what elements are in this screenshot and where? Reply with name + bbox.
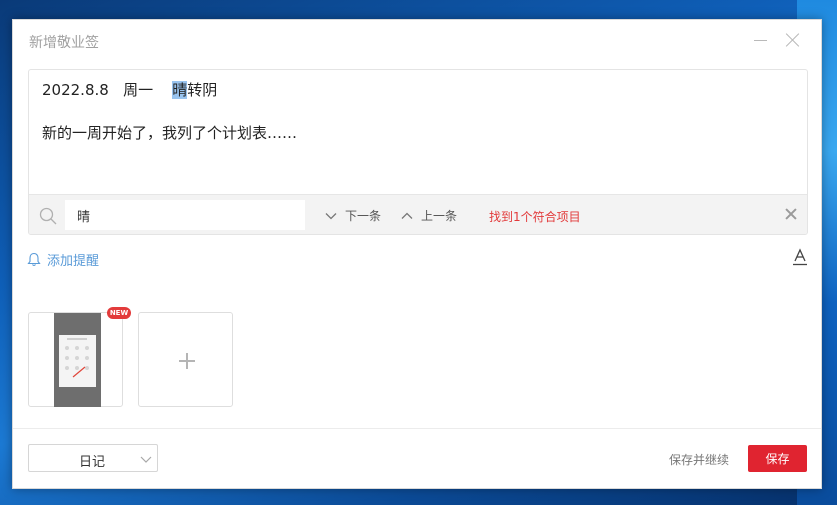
find-prev-button[interactable]: 上一条 bbox=[401, 207, 457, 224]
weather-text: 转阴 bbox=[187, 81, 218, 99]
editor-line-2: 新的一周开始了，我列了个计划表…… bbox=[42, 124, 298, 142]
chevron-down-icon bbox=[140, 456, 152, 463]
find-result-text: 找到1个符合项目 bbox=[489, 210, 581, 224]
editor-line-1: 2022.8.8 周一 晴转阴 bbox=[42, 79, 217, 100]
font-format-icon[interactable] bbox=[792, 248, 808, 266]
plus-icon bbox=[179, 353, 195, 369]
find-prev-label: 上一条 bbox=[421, 209, 458, 223]
find-next-label: 下一条 bbox=[345, 209, 382, 223]
add-reminder-button[interactable]: 添加提醒 bbox=[27, 250, 99, 269]
find-next-button[interactable]: 下一条 bbox=[325, 207, 381, 224]
new-badge: NEW bbox=[107, 307, 131, 319]
search-icon bbox=[39, 207, 57, 225]
weekday-text: 周一 bbox=[123, 81, 154, 99]
note-editor[interactable]: 2022.8.8 周一 晴转阴 新的一周开始了，我列了个计划表…… 下一条 上一… bbox=[28, 69, 808, 235]
find-bar: 下一条 上一条 找到1个符合项目 bbox=[29, 194, 807, 234]
chevron-up-icon bbox=[401, 212, 413, 219]
bell-icon bbox=[27, 252, 41, 267]
dialog-title: 新增敬业签 bbox=[29, 35, 99, 51]
new-note-dialog: 新增敬业签 2022.8.8 周一 晴转阴 新的一周开始了，我列了个计划表…… … bbox=[12, 19, 822, 489]
search-match-highlight: 晴 bbox=[172, 81, 188, 99]
screenshot-content bbox=[65, 338, 89, 378]
find-close-icon[interactable] bbox=[785, 208, 797, 220]
close-icon[interactable] bbox=[785, 32, 801, 48]
chevron-down-icon bbox=[325, 212, 337, 219]
screenshot-image bbox=[54, 313, 101, 407]
attachment-thumbnail[interactable]: NEW bbox=[28, 307, 131, 407]
find-input[interactable] bbox=[65, 200, 305, 230]
dialog-titlebar: 新增敬业签 bbox=[13, 20, 821, 64]
save-button[interactable]: 保存 bbox=[748, 445, 807, 472]
screenshot-sheet bbox=[59, 335, 96, 387]
category-select[interactable]: 日记 bbox=[28, 444, 158, 472]
add-reminder-label: 添加提醒 bbox=[47, 254, 100, 269]
add-attachment-button[interactable] bbox=[138, 312, 233, 407]
save-and-continue-button[interactable]: 保存并继续 bbox=[669, 451, 729, 468]
minimize-icon[interactable] bbox=[754, 40, 767, 41]
category-value: 日记 bbox=[79, 455, 106, 470]
footer-divider bbox=[13, 428, 821, 429]
date-text: 2022.8.8 bbox=[42, 81, 109, 99]
